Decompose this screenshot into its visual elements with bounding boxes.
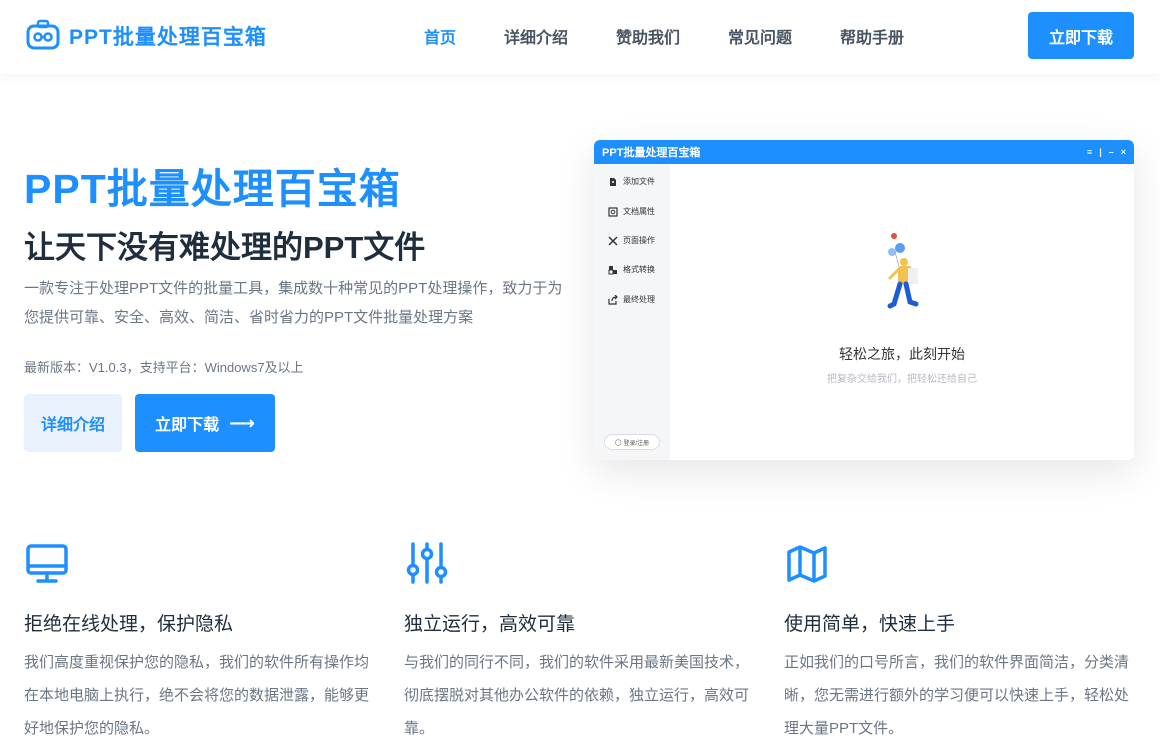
convert-icon <box>608 265 617 274</box>
sidebar-item-add-file: 添加文件 <box>608 176 655 187</box>
window-title: PPT批量处理百宝箱 <box>602 147 701 159</box>
login-register-button: ◯ 登录/注册 <box>604 434 660 450</box>
hero-subtitle: 让天下没有难处理的PPT文件 <box>24 230 426 265</box>
feature-title: 独立运行，高效可靠 <box>404 614 576 635</box>
sidebar-item-page-ops: 页面操作 <box>608 235 655 246</box>
detail-button[interactable]: 详细介绍 <box>24 394 122 452</box>
site-header: PPT批量处理百宝箱 首页 详细介绍 赞助我们 常见问题 帮助手册 立即下载 <box>0 0 1160 74</box>
preview-heading: 轻松之旅，此刻开始 <box>839 346 965 362</box>
file-add-icon <box>610 177 616 186</box>
sidebar-item-label: 页面操作 <box>623 236 655 245</box>
sliders-icon <box>406 542 448 584</box>
feature-description: 我们高度重视保护您的隐私，我们的软件所有操作均在本地电脑上执行，绝不会将您的数据… <box>24 654 370 737</box>
sidebar-item-label: 添加文件 <box>623 177 655 186</box>
feature-independent: 独立运行，高效可靠 与我们的同行不同，我们的软件采用最新美国技术，彻底摆脱对其他… <box>404 540 749 745</box>
share-icon <box>608 294 618 305</box>
sidebar-item-doc-properties: 文档属性 <box>608 206 655 217</box>
hero-download-label: 立即下载 <box>155 417 220 434</box>
window-titlebar: PPT批量处理百宝箱 ≡ | – × <box>594 140 1134 164</box>
feature-title: 拒绝在线处理，保护隐私 <box>24 614 234 635</box>
feature-privacy: 拒绝在线处理，保护隐私 我们高度重视保护您的隐私，我们的软件所有操作均在本地电脑… <box>24 540 369 745</box>
header-download-button[interactable]: 立即下载 <box>1028 12 1134 59</box>
main-nav: 首页 详细介绍 赞助我们 常见问题 帮助手册 <box>0 24 1160 48</box>
nav-home[interactable]: 首页 <box>424 24 456 48</box>
feature-description: 正如我们的口号所言，我们的软件界面简洁，分类清晰，您无需进行额外的学习便可以快速… <box>784 654 1130 737</box>
hero-title: PPT批量处理百宝箱 <box>24 166 401 212</box>
sidebar-item-final-process: 最终处理 <box>608 294 655 305</box>
document-properties-icon <box>608 206 618 217</box>
sidebar-item-label: 文档属性 <box>623 207 655 216</box>
arrow-right-icon: ⟶ <box>229 412 255 433</box>
app-window-preview: PPT批量处理百宝箱 ≡ | – × 添加文件 文档属性 页面操作 格式转换 最… <box>594 140 1134 460</box>
hero-description: 一款专注于处理PPT文件的批量工具，集成数十种常见的PPT处理操作，致力于为您提… <box>24 280 563 326</box>
minimize-icon: – <box>1108 147 1114 157</box>
login-label: 登录/注册 <box>623 440 650 447</box>
preview-subheading: 把复杂交给我们，把轻松还给自己 <box>827 374 977 385</box>
monitor-icon <box>26 544 68 583</box>
window-sidebar: 添加文件 文档属性 页面操作 格式转换 最终处理 ◯ 登录/注册 <box>594 164 670 460</box>
feature-description: 与我们的同行不同，我们的软件采用最新美国技术，彻底摆脱对其他办公软件的依赖，独立… <box>404 654 750 737</box>
map-icon <box>787 545 827 583</box>
nav-sponsor[interactable]: 赞助我们 <box>616 24 680 48</box>
sidebar-item-label: 格式转换 <box>623 265 655 274</box>
version-info: 最新版本：V1.0.3，支持平台：Windows7及以上 <box>24 360 304 375</box>
close-icon: × <box>1120 147 1126 157</box>
user-icon: ◯ <box>614 439 622 446</box>
feature-title: 使用简单，快速上手 <box>784 614 956 635</box>
feature-easy: 使用简单，快速上手 正如我们的口号所言，我们的软件界面简洁，分类清晰，您无需进行… <box>784 540 1129 745</box>
nav-help-manual[interactable]: 帮助手册 <box>840 24 904 48</box>
window-main-area: 轻松之旅，此刻开始 把复杂交给我们，把轻松还给自己 <box>670 164 1134 460</box>
separator-icon: | <box>1099 147 1102 157</box>
sidebar-item-format-convert: 格式转换 <box>608 264 655 275</box>
nav-faq[interactable]: 常见问题 <box>728 24 792 48</box>
person-with-balloons-illustration <box>887 233 919 309</box>
nav-details[interactable]: 详细介绍 <box>504 24 568 48</box>
tools-icon <box>608 235 618 246</box>
hero-download-button[interactable]: 立即下载 ⟶ <box>135 394 275 452</box>
sidebar-item-label: 最终处理 <box>623 295 655 304</box>
window-controls: ≡ | – × <box>1087 140 1126 164</box>
menu-icon: ≡ <box>1086 147 1093 157</box>
